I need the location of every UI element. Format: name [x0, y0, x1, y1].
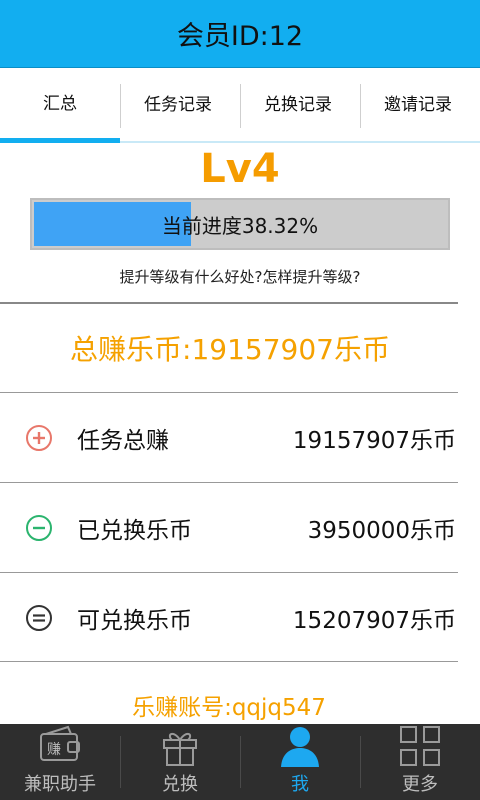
- nav-label: 我: [291, 774, 309, 795]
- tab-exchange-records[interactable]: 兑换记录: [240, 70, 360, 143]
- wallet-icon: 赚: [40, 725, 80, 761]
- nav-item-me[interactable]: 我: [240, 724, 360, 800]
- equals-circle-icon: [26, 605, 52, 631]
- bottom-nav: 赚 兼职助手 兑换 我 更多: [0, 724, 480, 800]
- plus-circle-icon: [26, 425, 52, 451]
- row-value: 15207907乐币: [292, 608, 456, 634]
- tab-bar: 汇总 任务记录 兑换记录 邀请记录: [0, 70, 480, 143]
- tab-summary[interactable]: 汇总: [0, 70, 120, 143]
- row-value: 3950000乐币: [307, 518, 456, 544]
- row-value: 19157907乐币: [292, 428, 456, 454]
- nav-label: 更多: [402, 774, 438, 795]
- level-help-link[interactable]: 提升等级有什么好处?怎样提升等级?: [0, 266, 480, 287]
- row-label: 任务总赚: [77, 428, 169, 454]
- nav-item-part-time[interactable]: 赚 兼职助手: [0, 724, 120, 800]
- gift-icon: [163, 733, 197, 766]
- divider: [0, 302, 458, 304]
- top-bar: 会员ID:12: [0, 0, 480, 68]
- nav-label: 兼职助手: [24, 774, 96, 795]
- minus-circle-icon: [26, 515, 52, 541]
- row-label: 已兑换乐币: [77, 518, 192, 544]
- nav-item-more[interactable]: 更多: [360, 724, 480, 800]
- level-progress-bar: 当前进度38.32%: [30, 198, 450, 250]
- account-id: 乐赚账号:qqjq547: [132, 695, 326, 721]
- user-icon: [281, 727, 319, 767]
- progress-text: 当前进度38.32%: [161, 213, 319, 238]
- level-label: Lv4: [200, 146, 280, 192]
- tab-label: 任务记录: [144, 95, 212, 115]
- tab-invite-records[interactable]: 邀请记录: [360, 70, 480, 143]
- row-label: 可兑换乐币: [77, 608, 192, 634]
- wallet-icon-text: 赚: [47, 742, 61, 758]
- total-earned: 总赚乐币:19157907乐币: [70, 333, 390, 366]
- nav-item-exchange[interactable]: 兑换: [120, 724, 240, 800]
- list-item-exchanged[interactable]: 已兑换乐币 3950000乐币: [0, 483, 480, 573]
- list-item-available[interactable]: 可兑换乐币 15207907乐币: [0, 573, 480, 663]
- list-item-task-total[interactable]: 任务总赚 19157907乐币: [0, 393, 480, 483]
- nav-label: 兑换: [162, 774, 198, 795]
- divider: [0, 661, 458, 662]
- page-title: 会员ID:12: [176, 21, 304, 52]
- tab-label: 邀请记录: [384, 95, 452, 115]
- grid-icon: [400, 726, 440, 766]
- tab-label: 兑换记录: [264, 95, 332, 115]
- tab-task-records[interactable]: 任务记录: [120, 70, 240, 143]
- tab-label: 汇总: [43, 93, 77, 114]
